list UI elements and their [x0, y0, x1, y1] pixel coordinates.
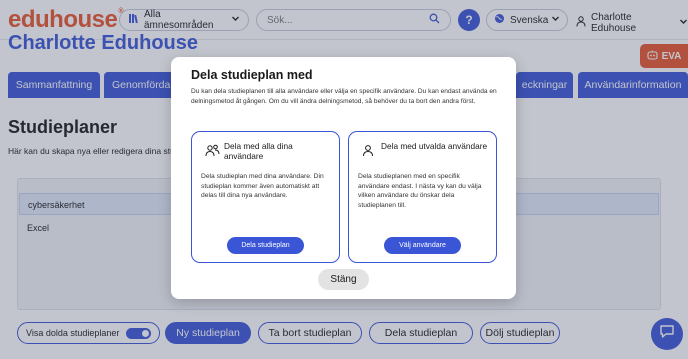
share-study-plan-dialog: Dela studieplan med Du kan dela studiepl… — [171, 57, 516, 299]
user-icon — [362, 144, 374, 162]
close-button[interactable]: Stäng — [318, 269, 369, 290]
share-all-text: Dela studieplan med dina användare. Din … — [201, 173, 324, 200]
users-icon — [205, 144, 220, 162]
dialog-title: Dela studieplan med — [191, 68, 313, 82]
share-selected-title: Dela med utvalda användare — [381, 141, 488, 151]
share-study-plan-all-button[interactable]: Dela studieplan — [227, 237, 304, 254]
dialog-description: Du kan dela studieplanen till alla använ… — [191, 88, 497, 105]
share-with-selected-card[interactable]: Dela med utvalda användare Dela studiepl… — [348, 131, 497, 263]
share-all-title: Dela med alla dina användare — [224, 141, 293, 161]
select-users-button[interactable]: Välj användare — [384, 237, 461, 254]
share-selected-text: Dela studieplanen med en specifik använd… — [358, 173, 482, 210]
share-with-all-card[interactable]: Dela med alla dina användare Dela studie… — [191, 131, 340, 263]
